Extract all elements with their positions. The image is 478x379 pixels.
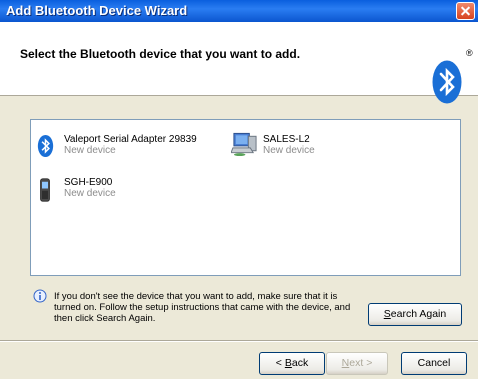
back-button[interactable]: < Back [259,352,325,375]
wizard-window: Add Bluetooth Device Wizard Select the B… [0,0,478,379]
device-name: SGH-E900 [64,177,113,188]
search-again-button[interactable]: Search Again [368,303,462,326]
device-name: Valeport Serial Adapter 29839 [64,134,197,145]
title-bar[interactable]: Add Bluetooth Device Wizard [0,0,478,22]
back-label: ack [291,357,309,369]
info-message: If you don't see the device that you wan… [54,291,351,324]
registered-mark: ® [466,48,473,58]
search-again-accel: S [383,308,391,320]
window-title: Add Bluetooth Device Wizard [6,3,188,18]
device-name: SALES-L2 [263,134,310,145]
close-icon[interactable] [456,2,475,20]
mobile-phone-icon [40,178,50,202]
bluetooth-icon [37,134,54,158]
page-title: Select the Bluetooth device that you wan… [20,47,301,61]
device-status: New device [64,145,116,156]
bluetooth-logo-icon [432,60,462,104]
wizard-header: Select the Bluetooth device that you wan… [0,22,478,104]
info-icon [33,289,47,303]
device-status: New device [64,188,116,199]
device-status: New device [263,145,315,156]
device-item-valeport[interactable]: Valeport Serial Adapter 29839 New device [35,133,225,163]
cancel-button[interactable]: Cancel [401,352,467,375]
next-label: ext > [349,357,373,369]
next-button[interactable]: Next > [326,352,388,375]
back-prefix: < [275,357,285,369]
device-item-sgh-e900[interactable]: SGH-E900 New device [35,174,155,208]
footer-divider [0,340,478,342]
device-list[interactable]: Valeport Serial Adapter 29839 New device… [30,119,461,276]
search-again-label: earch Again [390,308,447,320]
computer-icon [231,132,257,157]
back-accel: B [284,357,292,369]
device-item-sales-l2[interactable]: SALES-L2 New device [231,131,351,161]
